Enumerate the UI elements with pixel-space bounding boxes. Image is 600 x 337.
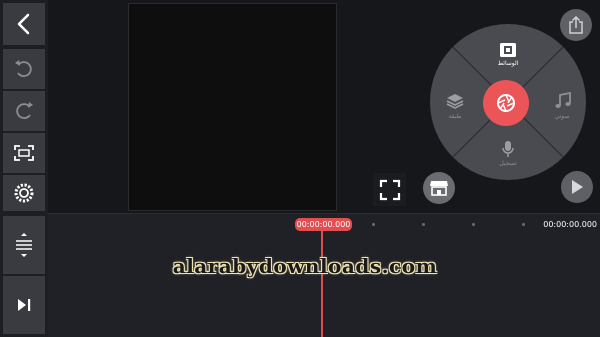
settings-icon — [14, 183, 34, 203]
undo-icon — [15, 60, 32, 77]
undo-button[interactable] — [3, 49, 45, 89]
wheel-audio-label: صوتي — [554, 113, 570, 120]
fullscreen-icon — [379, 179, 400, 200]
layer-icon — [446, 94, 464, 109]
redo-icon — [16, 102, 33, 119]
wheel-media-button[interactable]: الوسائط — [488, 34, 528, 74]
left-toolbar — [0, 0, 48, 337]
video-preview[interactable] — [128, 3, 337, 211]
track-height-button[interactable] — [3, 216, 45, 274]
timeline-tick — [522, 223, 525, 226]
watermark: alarabydownloads.com — [172, 254, 438, 278]
crop-button[interactable] — [3, 133, 45, 173]
jump-to-end-button[interactable] — [3, 276, 45, 334]
audio-icon — [555, 92, 571, 108]
crop-icon — [14, 145, 34, 161]
wheel-layer-button[interactable]: طبقة — [434, 86, 474, 126]
camera-shutter-icon — [497, 94, 515, 112]
back-button[interactable] — [3, 3, 45, 45]
track-height-icon — [16, 233, 32, 257]
redo-button[interactable] — [3, 91, 45, 131]
timeline-tick — [372, 223, 375, 226]
timeline-tick — [422, 223, 425, 226]
fullscreen-button[interactable] — [373, 173, 406, 206]
total-time-label: 00:00:00.000 — [543, 220, 597, 229]
wheel-audio-button[interactable]: صوتي — [542, 86, 582, 126]
media-icon — [500, 43, 516, 57]
store-icon — [430, 181, 448, 196]
timeline-divider — [48, 213, 600, 214]
playhead[interactable] — [321, 222, 323, 337]
play-icon — [572, 180, 583, 194]
settings-button[interactable] — [3, 175, 45, 211]
wheel-layer-label: طبقة — [448, 113, 462, 120]
jump-to-end-icon — [18, 299, 31, 311]
wheel-voice-label: تسجيل — [499, 160, 517, 167]
current-time-badge: 00:00:00.000 — [295, 218, 352, 231]
wheel-media-label: الوسائط — [497, 60, 519, 67]
mic-icon — [502, 141, 514, 157]
back-icon — [17, 13, 30, 35]
record-button[interactable] — [483, 80, 529, 126]
timeline-tick — [472, 223, 475, 226]
wheel-voice-button[interactable]: تسجيل — [488, 136, 528, 176]
